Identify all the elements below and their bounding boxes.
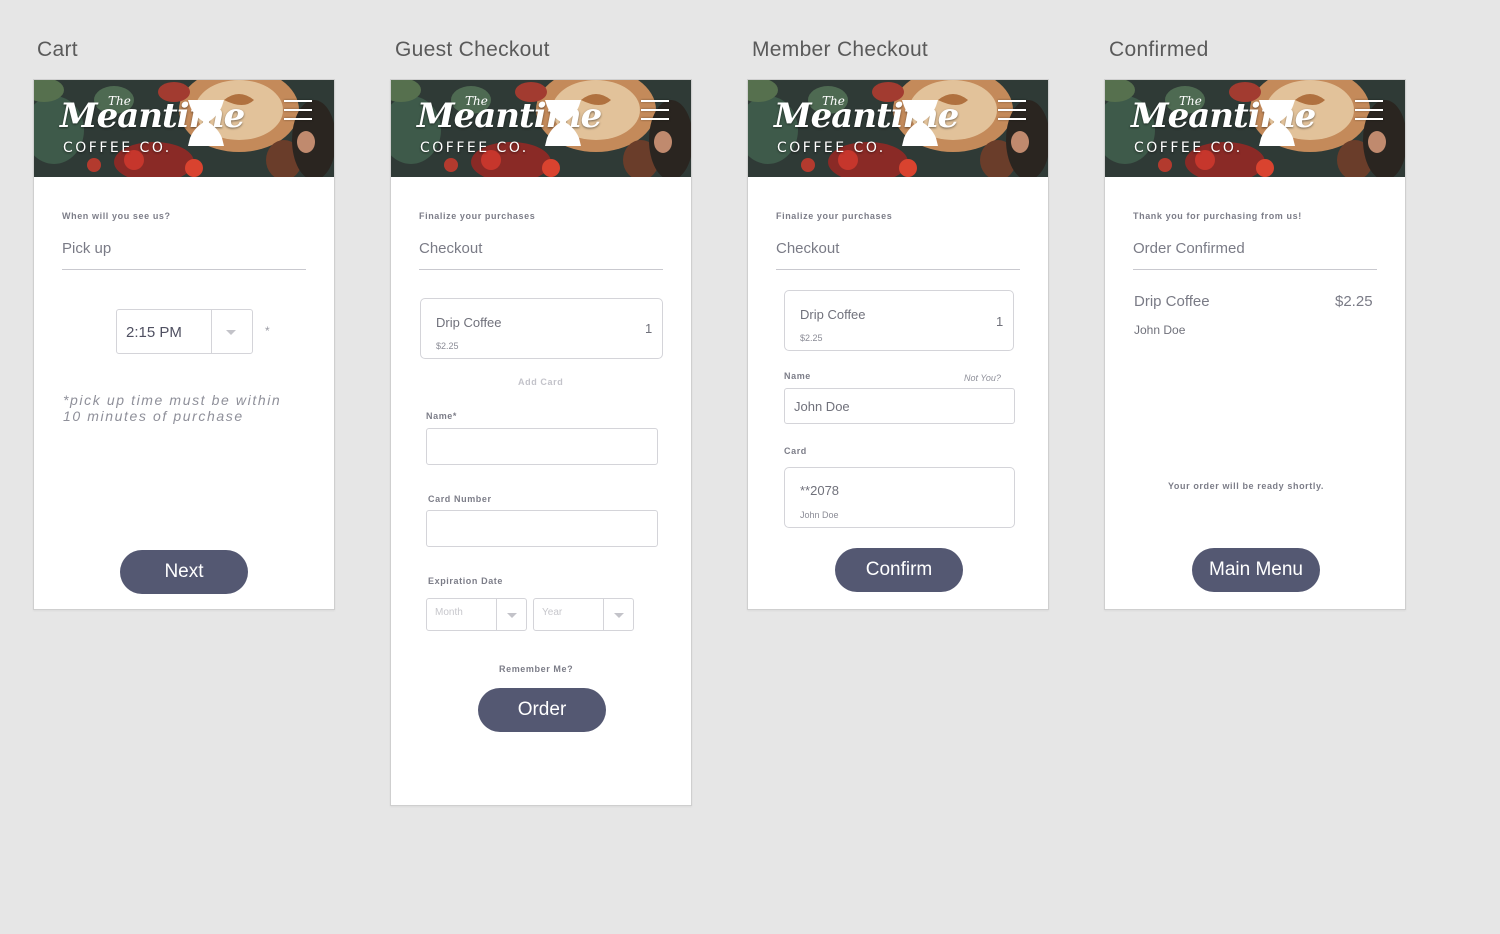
divider <box>419 269 663 270</box>
next-button[interactable]: Next <box>120 550 248 594</box>
guest-eyebrow: Finalize your purchases <box>419 211 536 221</box>
brand-logo[interactable]: The Meantime COFFEE CO. <box>774 90 959 162</box>
order-button[interactable]: Order <box>478 688 606 732</box>
item-quantity: 1 <box>996 314 1004 329</box>
remember-me-toggle[interactable]: Remember Me? <box>499 664 573 674</box>
confirmed-heading: Order Confirmed <box>1133 240 1245 257</box>
month-select[interactable]: Month <box>426 598 527 631</box>
card-holder: John Doe <box>800 510 839 520</box>
hamburger-menu-icon[interactable] <box>998 100 1026 122</box>
brand-logo[interactable]: The Meantime COFFEE CO. <box>60 90 245 162</box>
name-label: Name <box>784 371 811 381</box>
hamburger-menu-icon[interactable] <box>284 100 312 122</box>
item-name: Drip Coffee <box>436 315 502 330</box>
name-value: John Doe <box>794 399 850 414</box>
card-number-masked: **2078 <box>800 483 840 498</box>
select-divider <box>496 599 497 630</box>
select-divider <box>211 310 212 353</box>
pickup-time-value: 2:15 PM <box>126 324 182 341</box>
card-number-input[interactable] <box>426 510 658 547</box>
item-price: $2.25 <box>436 341 459 351</box>
header-banner: The Meantime COFFEE CO. <box>34 80 334 177</box>
required-mark: * <box>265 324 270 338</box>
guest-heading: Checkout <box>419 240 483 257</box>
name-input[interactable] <box>426 428 658 465</box>
not-you-link[interactable]: Not You? <box>964 373 1001 383</box>
cart-item-card[interactable]: Drip Coffee 1 $2.25 <box>784 290 1014 351</box>
header-banner: The Meantime COFFEE CO. <box>1105 80 1405 177</box>
artboard-title-member-checkout: Member Checkout <box>752 38 929 61</box>
chevron-down-icon <box>226 330 236 335</box>
month-placeholder: Month <box>435 607 463 618</box>
member-heading: Checkout <box>776 240 840 257</box>
saved-card[interactable]: **2078 John Doe <box>784 467 1015 528</box>
chevron-down-icon <box>614 613 624 618</box>
hamburger-menu-icon[interactable] <box>1355 100 1383 122</box>
chevron-down-icon <box>507 613 517 618</box>
main-menu-button[interactable]: Main Menu <box>1192 548 1320 592</box>
name-label: Name* <box>426 411 458 421</box>
item-quantity: 1 <box>645 321 653 336</box>
cart-item-card[interactable]: Drip Coffee 1 $2.25 <box>420 298 663 359</box>
screen-guest-checkout: The Meantime COFFEE CO. Finalize your pu… <box>390 79 692 806</box>
card-number-label: Card Number <box>428 494 492 504</box>
brand-logo[interactable]: The Meantime COFFEE CO. <box>1131 90 1316 162</box>
screen-confirmed: The Meantime COFFEE CO. Thank you for pu… <box>1104 79 1406 610</box>
name-input[interactable]: John Doe <box>784 388 1015 424</box>
hourglass-icon <box>1259 100 1295 146</box>
header-banner: The Meantime COFFEE CO. <box>748 80 1048 177</box>
confirm-button[interactable]: Confirm <box>835 548 963 592</box>
artboard-title-confirmed: Confirmed <box>1109 38 1209 61</box>
member-eyebrow: Finalize your purchases <box>776 211 893 221</box>
year-placeholder: Year <box>542 607 563 618</box>
expiration-date-label: Expiration Date <box>428 576 504 586</box>
item-name: Drip Coffee <box>1134 293 1210 310</box>
cart-eyebrow: When will you see us? <box>62 211 171 221</box>
divider <box>1133 269 1377 270</box>
hourglass-icon <box>902 100 938 146</box>
header-banner: The Meantime COFFEE CO. <box>391 80 691 177</box>
divider <box>776 269 1020 270</box>
year-select[interactable]: Year <box>533 598 634 631</box>
add-card-link[interactable]: Add Card <box>518 377 563 387</box>
item-price: $2.25 <box>1335 293 1373 310</box>
confirmed-eyebrow: Thank you for purchasing from us! <box>1133 211 1302 221</box>
card-label: Card <box>784 446 807 456</box>
artboard-title-cart: Cart <box>37 38 78 61</box>
select-divider <box>603 599 604 630</box>
pickup-note: *pick up time must be within 10 minutes … <box>63 392 282 424</box>
hamburger-menu-icon[interactable] <box>641 100 669 122</box>
cart-heading: Pick up <box>62 240 112 257</box>
screen-member-checkout: The Meantime COFFEE CO. Finalize your pu… <box>747 79 1049 610</box>
item-name: Drip Coffee <box>800 307 866 322</box>
pickup-time-select[interactable]: 2:15 PM <box>116 309 253 354</box>
ready-message: Your order will be ready shortly. <box>1168 481 1324 491</box>
divider <box>62 269 306 270</box>
hourglass-icon <box>188 100 224 146</box>
brand-logo[interactable]: The Meantime COFFEE CO. <box>417 90 602 162</box>
customer-name: John Doe <box>1134 323 1186 337</box>
hourglass-icon <box>545 100 581 146</box>
item-price: $2.25 <box>800 333 823 343</box>
artboard-title-guest-checkout: Guest Checkout <box>395 38 550 61</box>
screen-cart: The Meantime COFFEE CO. When will you se… <box>33 79 335 610</box>
